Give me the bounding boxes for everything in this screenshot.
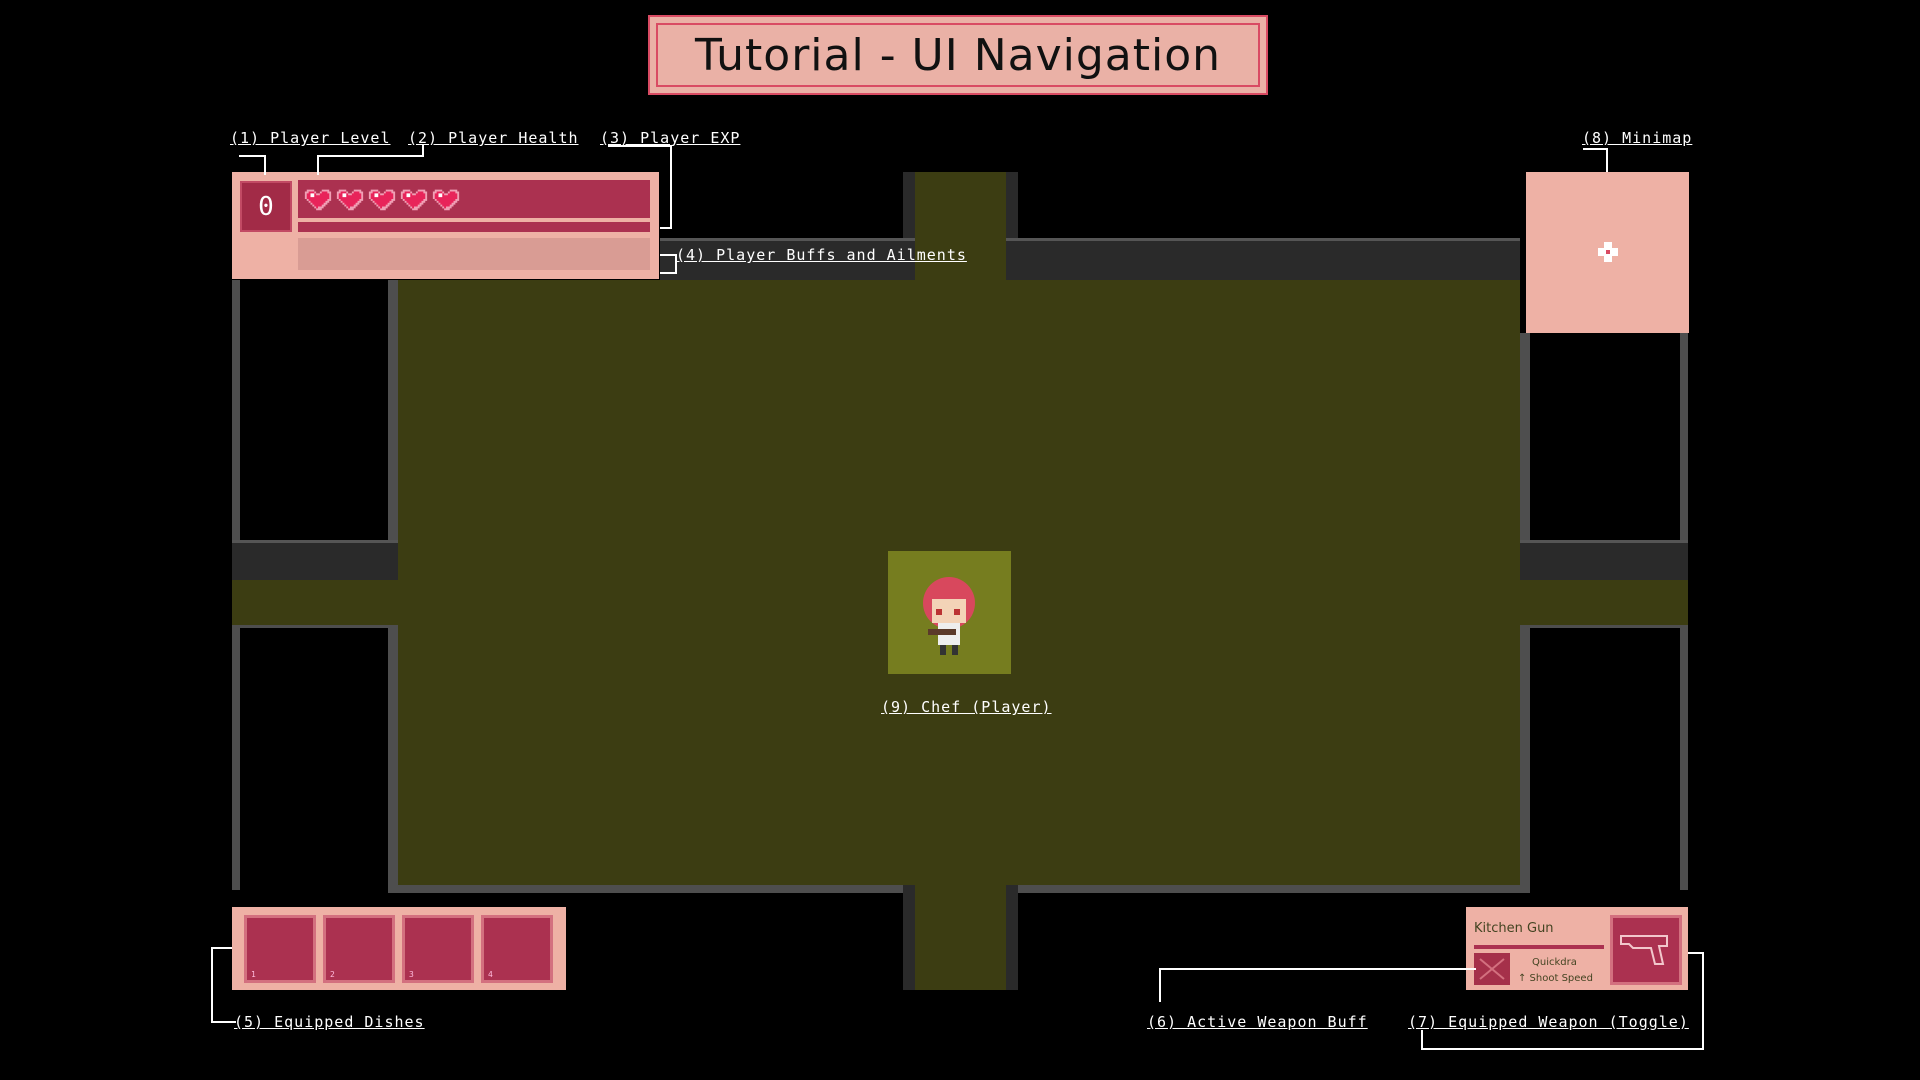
player-buffs-bar bbox=[298, 238, 650, 270]
chef-player bbox=[888, 551, 1011, 674]
west-room-lower bbox=[232, 625, 398, 890]
player-level-value: 0 bbox=[258, 191, 274, 222]
heart-icon bbox=[400, 189, 428, 211]
weapon-buff-desc: ↑ Shoot Speed bbox=[1518, 973, 1593, 984]
hearts-row bbox=[298, 180, 650, 222]
player-exp-bar bbox=[298, 222, 650, 232]
weapon-buff-text: Quickdra ↑ Shoot Speed bbox=[1518, 955, 1593, 987]
player-status-panel: 0 bbox=[232, 172, 659, 279]
dish-slot-number: 2 bbox=[330, 970, 335, 979]
dish-slot-number: 4 bbox=[488, 970, 493, 979]
weapon-name-underline bbox=[1474, 945, 1604, 949]
heart-icon bbox=[304, 189, 332, 211]
heart-icon bbox=[336, 189, 364, 211]
label-player-level: (1) Player Level bbox=[230, 129, 391, 147]
dish-slot-number: 1 bbox=[251, 970, 256, 979]
south-corridor-floor bbox=[915, 885, 1006, 990]
gun-icon bbox=[1620, 935, 1668, 965]
tutorial-title-banner: Tutorial - UI Navigation bbox=[648, 15, 1268, 95]
west-corridor bbox=[232, 580, 398, 625]
equipped-weapon-slot[interactable] bbox=[1610, 915, 1682, 985]
player-health-bar bbox=[298, 180, 650, 218]
dish-slot-3[interactable]: 3 bbox=[402, 915, 474, 983]
tutorial-title: Tutorial - UI Navigation bbox=[694, 29, 1222, 81]
east-room-upper bbox=[1520, 333, 1688, 540]
dish-slot-1[interactable]: 1 bbox=[244, 915, 316, 983]
weapon-buff-icon bbox=[1474, 953, 1510, 985]
heart-icon bbox=[368, 189, 396, 211]
east-corridor bbox=[1520, 580, 1688, 625]
label-chef-player: (9) Chef (Player) bbox=[881, 698, 1052, 716]
chef-sprite-icon bbox=[923, 577, 975, 655]
weapon-panel: Kitchen Gun Quickdra ↑ Shoot Speed bbox=[1466, 907, 1688, 990]
weapon-buff-name: Quickdra bbox=[1532, 957, 1577, 968]
equipped-dishes-panel: 1 2 3 4 bbox=[232, 907, 566, 990]
west-room-upper bbox=[232, 280, 398, 540]
west-wall bbox=[232, 540, 398, 583]
label-player-buffs: (4) Player Buffs and Ailments bbox=[676, 246, 967, 264]
label-equipped-dishes: (5) Equipped Dishes bbox=[234, 1013, 425, 1031]
label-equipped-weapon: (7) Equipped Weapon (Toggle) bbox=[1408, 1013, 1689, 1031]
minimap bbox=[1526, 172, 1689, 333]
east-room-lower bbox=[1520, 625, 1688, 890]
buff-cross-icon bbox=[1479, 958, 1505, 980]
player-level-badge: 0 bbox=[240, 181, 292, 232]
east-wall bbox=[1520, 540, 1688, 583]
label-active-weapon-buff: (6) Active Weapon Buff bbox=[1147, 1013, 1368, 1031]
label-minimap: (8) Minimap bbox=[1582, 129, 1693, 147]
dish-slot-number: 3 bbox=[409, 970, 414, 979]
label-player-exp: (3) Player EXP bbox=[600, 129, 741, 147]
label-player-health: (2) Player Health bbox=[408, 129, 579, 147]
weapon-name: Kitchen Gun bbox=[1474, 921, 1554, 936]
dish-slot-2[interactable]: 2 bbox=[323, 915, 395, 983]
minimap-player-marker-icon bbox=[1598, 242, 1618, 262]
dish-slot-4[interactable]: 4 bbox=[481, 915, 553, 983]
heart-icon bbox=[432, 189, 460, 211]
